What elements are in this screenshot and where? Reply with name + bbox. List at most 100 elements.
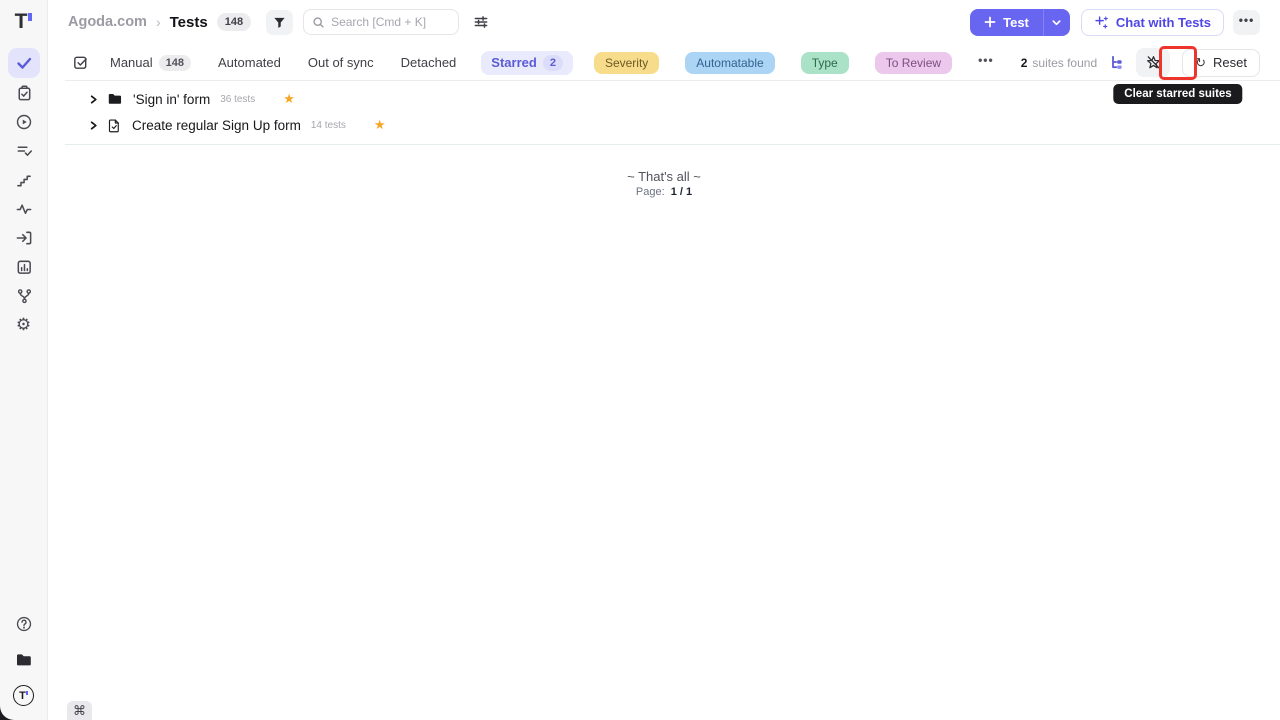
tab-label: Starred — [491, 55, 537, 70]
filterbar-divider — [65, 80, 1280, 81]
clipboard-check-icon — [15, 84, 33, 102]
chart-box-icon — [15, 258, 33, 276]
search-icon — [312, 16, 325, 29]
stairs-icon — [15, 171, 33, 189]
sidebar-item-branches[interactable] — [8, 281, 40, 310]
sidebar-item-tests[interactable] — [8, 48, 40, 78]
sidebar-item-runs[interactable] — [8, 107, 40, 136]
filter-button[interactable] — [266, 10, 293, 35]
suite-row-create-sign-up[interactable]: Create regular Sign Up form 14 tests ★ — [48, 112, 1280, 138]
help-circle-icon — [15, 615, 33, 633]
tab-starred[interactable]: Starred 2 — [481, 51, 573, 75]
bulk-edit-button[interactable] — [72, 54, 89, 71]
command-icon: ⌘ — [73, 703, 86, 719]
sidebar-item-analytics[interactable] — [8, 194, 40, 223]
topbar: Agoda.com › Tests 148 — [48, 0, 1280, 44]
page-label: Page: — [636, 186, 665, 198]
sidebar-item-checklists[interactable] — [8, 136, 40, 165]
tab-label: Out of sync — [308, 55, 374, 70]
add-test-button[interactable]: Test — [970, 9, 1043, 36]
command-shortcut-button[interactable]: ⌘ — [67, 701, 92, 720]
add-test-dropdown-button[interactable] — [1043, 9, 1070, 36]
tab-count-badge: 148 — [159, 55, 191, 71]
tab-manual[interactable]: Manual 148 — [108, 51, 193, 75]
tree-view-button[interactable] — [1109, 54, 1126, 71]
reset-filters-button[interactable]: ↻ Reset — [1182, 49, 1260, 77]
end-of-list-message: ~ That's all ~ — [48, 169, 1280, 184]
sidebar-item-reports[interactable] — [8, 252, 40, 281]
chevron-right-icon[interactable] — [88, 120, 99, 131]
plus-icon — [984, 16, 996, 28]
tab-detached[interactable]: Detached — [399, 51, 459, 74]
sidebar-item-settings[interactable]: ⚙ — [8, 310, 40, 339]
reset-label: Reset — [1213, 55, 1247, 70]
more-filters-button[interactable]: ••• — [978, 53, 994, 73]
list-end-divider — [65, 144, 1280, 145]
suite-tests-count: 14 tests — [311, 120, 346, 131]
suite-name[interactable]: 'Sign in' form — [133, 92, 210, 107]
tests-count-badge: 148 — [217, 13, 251, 31]
tab-automated[interactable]: Automated — [216, 51, 283, 74]
refresh-icon: ↻ — [1195, 55, 1206, 71]
suites-list: 'Sign in' form 36 tests ★ Create regular… — [48, 86, 1280, 138]
check-icon — [15, 54, 33, 72]
results-count: 2 — [1021, 56, 1028, 70]
filter-bar: Manual 148 Automated Out of sync Detache… — [48, 44, 1280, 81]
chat-label: Chat with Tests — [1116, 15, 1211, 30]
tree-structure-icon — [1109, 54, 1126, 71]
sparkles-icon — [1094, 15, 1109, 30]
search-box — [303, 9, 459, 35]
chat-with-tests-button[interactable]: Chat with Tests — [1081, 9, 1224, 36]
activity-icon — [15, 200, 33, 218]
sidebar-item-workspace[interactable]: T — [8, 681, 40, 710]
folder-icon — [107, 91, 123, 107]
view-settings-button[interactable] — [473, 14, 489, 30]
tab-label: Detached — [401, 55, 457, 70]
chevron-right-icon[interactable] — [88, 94, 99, 105]
sliders-icon — [473, 14, 489, 30]
sidebar-item-import[interactable] — [8, 223, 40, 252]
gear-icon: ⚙ — [16, 316, 31, 333]
filter-badge-to-review[interactable]: To Review — [875, 52, 952, 74]
more-options-button[interactable]: ••• — [1233, 10, 1260, 35]
results-label: suites found — [1032, 56, 1097, 70]
page-value: 1 / 1 — [671, 186, 692, 198]
git-branch-icon — [15, 287, 33, 305]
pagination-status: Page: 1 / 1 — [48, 186, 1280, 198]
sidebar-item-help[interactable] — [8, 609, 40, 638]
breadcrumb-separator: › — [156, 14, 161, 30]
filter-badge-severity[interactable]: Severity — [594, 52, 659, 74]
list-check-icon — [15, 142, 33, 160]
folder-icon — [15, 651, 33, 669]
play-circle-icon — [15, 113, 33, 131]
tab-label: Manual — [110, 55, 153, 70]
add-test-label: Test — [1003, 15, 1029, 30]
filter-badge-type[interactable]: Type — [801, 52, 849, 74]
star-off-icon — [1145, 54, 1162, 71]
edit-check-icon — [72, 54, 89, 71]
sidebar-item-steps[interactable] — [8, 165, 40, 194]
file-check-icon — [107, 118, 122, 133]
app-logo[interactable]: T — [15, 10, 33, 38]
tab-count-badge: 2 — [543, 55, 563, 71]
add-test-split-button: Test — [970, 9, 1070, 36]
star-icon[interactable]: ★ — [283, 91, 295, 107]
sidebar-item-projects[interactable] — [8, 645, 40, 674]
breadcrumb-project[interactable]: Agoda.com — [68, 14, 147, 30]
filter-badge-automatable[interactable]: Automatable — [685, 52, 774, 74]
search-input[interactable] — [331, 15, 450, 29]
chevron-down-icon — [1051, 17, 1062, 28]
sidebar-item-test-plans[interactable] — [8, 78, 40, 107]
suite-name[interactable]: Create regular Sign Up form — [132, 118, 301, 133]
app-window: T — [0, 0, 1280, 720]
workspace-logo-icon: T — [13, 685, 34, 706]
tab-out-of-sync[interactable]: Out of sync — [306, 51, 376, 74]
clear-starred-button[interactable] — [1136, 48, 1170, 77]
star-icon[interactable]: ★ — [374, 117, 386, 133]
funnel-icon — [272, 15, 287, 30]
clear-starred-tooltip: Clear starred suites — [1113, 84, 1242, 104]
import-icon — [15, 229, 33, 247]
suite-row-sign-in-form[interactable]: 'Sign in' form 36 tests ★ — [48, 86, 1280, 112]
page-title: Tests — [170, 14, 208, 31]
sidebar: T — [0, 0, 48, 720]
